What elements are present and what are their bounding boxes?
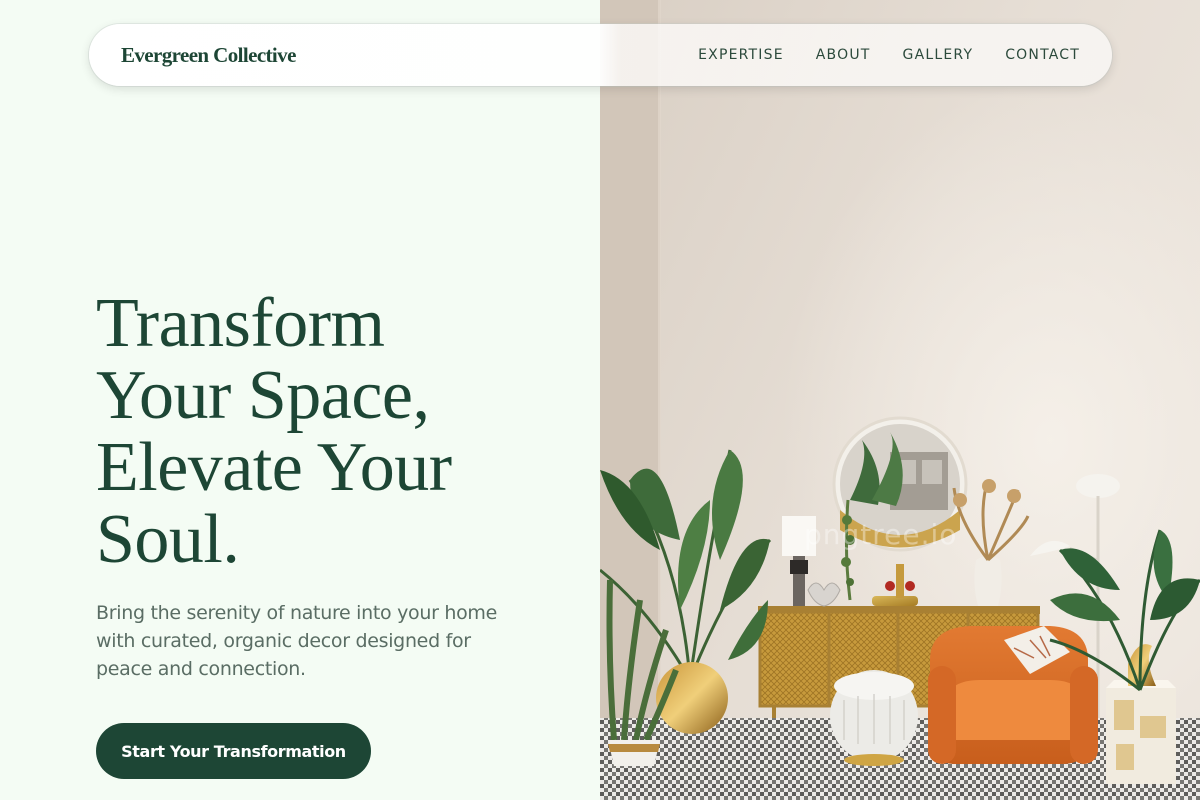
nav-link-about[interactable]: ABOUT bbox=[816, 47, 871, 63]
brand-logo[interactable]: Evergreen Collective bbox=[121, 24, 296, 86]
hero-photo: pngtree.io bbox=[600, 0, 1200, 800]
hero-subtitle-line: Bring the serenity of nature into your h… bbox=[96, 602, 498, 624]
nav-link-expertise[interactable]: EXPERTISE bbox=[698, 47, 784, 63]
nav-links: EXPERTISE ABOUT GALLERY CONTACT bbox=[698, 24, 1080, 86]
watermark: pngtree.io bbox=[804, 518, 958, 551]
hero-title: Transform Your Space, Elevate Your Soul. bbox=[96, 288, 566, 576]
hero-subtitle-line: with curated, organic decor designed for bbox=[96, 630, 471, 652]
hero-subtitle-line: peace and connection. bbox=[96, 658, 306, 680]
hero-section: Transform Your Space, Elevate Your Soul.… bbox=[0, 0, 600, 800]
nav-link-gallery[interactable]: GALLERY bbox=[903, 47, 974, 63]
nav-link-contact[interactable]: CONTACT bbox=[1005, 47, 1080, 63]
hero-title-line: Your Space, bbox=[96, 357, 430, 434]
top-navigation: Evergreen Collective EXPERTISE ABOUT GAL… bbox=[89, 24, 1112, 86]
start-transformation-button[interactable]: Start Your Transformation bbox=[96, 723, 371, 779]
hero-title-line: Elevate Your bbox=[96, 429, 452, 506]
hero-subtitle: Bring the serenity of nature into your h… bbox=[96, 599, 516, 683]
hero-title-line: Transform bbox=[96, 285, 385, 362]
hero-title-line: Soul. bbox=[96, 501, 240, 578]
